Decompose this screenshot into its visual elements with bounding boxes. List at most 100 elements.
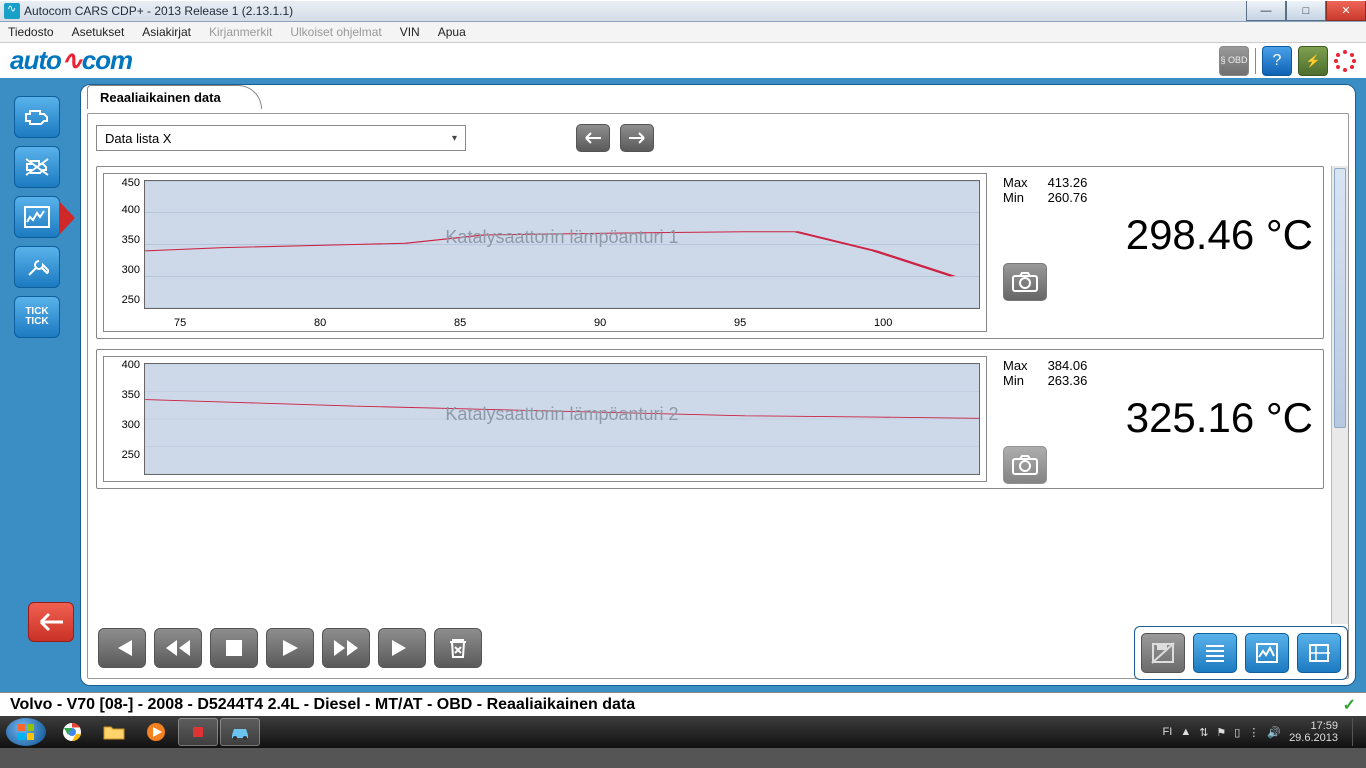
folder-icon	[103, 723, 125, 741]
help-button[interactable]: ?	[1262, 46, 1292, 76]
tray-clock[interactable]: 17:59 29.6.2013	[1289, 720, 1338, 744]
player-last-button[interactable]	[378, 628, 426, 668]
stop-icon	[225, 639, 243, 657]
snapshot-button-2[interactable]	[1003, 446, 1047, 484]
engine-icon	[23, 107, 51, 127]
graph-view-button[interactable]	[1245, 633, 1289, 673]
player-first-button[interactable]	[98, 628, 146, 668]
arrow-right-icon	[627, 131, 647, 145]
graph-scroll-area: 450 400 350 300 250 75 80 85 90 95 100	[96, 166, 1348, 624]
brand-part1: auto	[10, 45, 61, 75]
y-tick: 300	[106, 419, 140, 431]
plot-2: 400 350 300 250 Katalysaattorin lämpöant…	[103, 356, 987, 482]
window-close-button[interactable]: ✕	[1326, 1, 1366, 21]
back-button[interactable]	[28, 602, 74, 642]
nav-prev-button[interactable]	[576, 124, 610, 152]
player-trash-button[interactable]	[434, 628, 482, 668]
battery-icon: ⚡	[1306, 54, 1321, 68]
nav-next-button[interactable]	[620, 124, 654, 152]
tab-label: Reaaliaikainen data	[100, 90, 221, 105]
task-app-1[interactable]	[178, 718, 218, 746]
status-ok-icon: ✓	[1343, 695, 1356, 715]
tick-label: TICK TICK	[25, 307, 48, 327]
tick-button[interactable]: TICK TICK	[14, 296, 60, 338]
show-desktop-button[interactable]	[1352, 718, 1360, 746]
plot-1: 450 400 350 300 250 75 80 85 90 95 100	[103, 173, 987, 332]
vertical-scrollbar[interactable]	[1331, 166, 1348, 624]
y-tick: 300	[106, 264, 140, 276]
menu-kirjanmerkit[interactable]: Kirjanmerkit	[209, 25, 272, 39]
tab-realtime-data[interactable]: Reaaliaikainen data	[87, 85, 262, 109]
current-value-1: 298.46 °C	[1003, 211, 1313, 259]
car-icon	[229, 724, 251, 740]
menu-apua[interactable]: Apua	[438, 25, 466, 39]
task-autocom[interactable]	[220, 718, 260, 746]
line-chart-1	[145, 181, 979, 308]
data-list-combo[interactable]: Data lista X ▾	[96, 125, 466, 151]
combo-value: Data lista X	[105, 131, 171, 146]
task-mediaplayer[interactable]	[136, 718, 176, 746]
tray-wifi-icon[interactable]: ⋮	[1248, 726, 1259, 739]
menu-tiedosto[interactable]: Tiedosto	[8, 25, 54, 39]
x-tick: 100	[874, 317, 892, 329]
y-tick: 400	[106, 359, 140, 371]
windows-taskbar: FI ▲ ⇅ ⚑ ▯ ⋮ 🔊 17:59 29.6.2013	[0, 716, 1366, 748]
camera-icon	[1012, 455, 1038, 475]
list-view-button[interactable]	[1193, 633, 1237, 673]
tray-language[interactable]: FI	[1163, 726, 1173, 738]
start-button[interactable]	[6, 718, 46, 746]
loading-dots-icon	[1334, 50, 1356, 72]
bottom-right-toolbar	[1134, 626, 1348, 680]
plot-area-2[interactable]: Katalysaattorin lämpöanturi 2	[144, 363, 980, 475]
back-arrow-icon	[37, 612, 65, 632]
menu-asetukset[interactable]: Asetukset	[72, 25, 125, 39]
window-minimize-button[interactable]: —	[1246, 1, 1286, 21]
y-tick: 400	[106, 204, 140, 216]
save-disabled-button[interactable]	[1141, 633, 1185, 673]
min-label: Min	[1003, 190, 1048, 205]
tray-battery-icon[interactable]: ▯	[1234, 726, 1240, 739]
realtime-data-button[interactable]	[14, 196, 60, 238]
tray-action-icon[interactable]: ⚑	[1216, 726, 1226, 739]
rewind-icon	[165, 639, 191, 657]
menu-ulkoiset[interactable]: Ulkoiset ohjelmat	[290, 25, 381, 39]
player-stop-button[interactable]	[210, 628, 258, 668]
min-value: 260.76	[1048, 190, 1108, 205]
disable-button[interactable]	[14, 146, 60, 188]
task-chrome[interactable]	[52, 718, 92, 746]
menu-vin[interactable]: VIN	[400, 25, 420, 39]
x-tick: 95	[734, 317, 746, 329]
menu-asiakirjat[interactable]: Asiakirjat	[142, 25, 191, 39]
forward-icon	[333, 639, 359, 657]
chevron-down-icon: ▾	[452, 133, 457, 144]
tray-volume-icon[interactable]: 🔊	[1267, 726, 1281, 739]
battery-button[interactable]: ⚡	[1298, 46, 1328, 76]
window-titlebar: Autocom CARS CDP+ - 2013 Release 1 (2.13…	[0, 0, 1366, 22]
tray-network-icon[interactable]: ⇅	[1199, 726, 1208, 739]
scroll-thumb[interactable]	[1334, 168, 1346, 428]
fullscreen-button[interactable]	[1297, 633, 1341, 673]
plot-area-1[interactable]: Katalysaattorin lämpöanturi 1	[144, 180, 980, 309]
status-bar: Volvo - V70 [08-] - 2008 - D5244T4 2.4L …	[0, 692, 1366, 716]
divider	[1255, 48, 1256, 74]
task-explorer[interactable]	[94, 718, 134, 746]
x-tick: 90	[594, 317, 606, 329]
obd-button[interactable]: § OBD	[1219, 46, 1249, 76]
graph-row-1: 450 400 350 300 250 75 80 85 90 95 100	[96, 166, 1324, 339]
arrow-left-icon	[583, 131, 603, 145]
left-tool-column: TICK TICK	[0, 78, 80, 692]
tray-flag-icon[interactable]: ▲	[1180, 726, 1191, 738]
player-controls	[98, 628, 482, 668]
app-icon	[4, 3, 20, 19]
engine-tool-button[interactable]	[14, 96, 60, 138]
brand-row: auto∿com § OBD ? ⚡	[0, 43, 1366, 78]
window-maximize-button[interactable]: □	[1286, 1, 1326, 21]
player-forward-button[interactable]	[322, 628, 370, 668]
player-rewind-button[interactable]	[154, 628, 202, 668]
chrome-icon	[62, 722, 82, 742]
skip-start-icon	[110, 639, 134, 657]
save-icon	[1151, 642, 1175, 664]
snapshot-button-1[interactable]	[1003, 263, 1047, 301]
player-play-button[interactable]	[266, 628, 314, 668]
tools-button[interactable]	[14, 246, 60, 288]
